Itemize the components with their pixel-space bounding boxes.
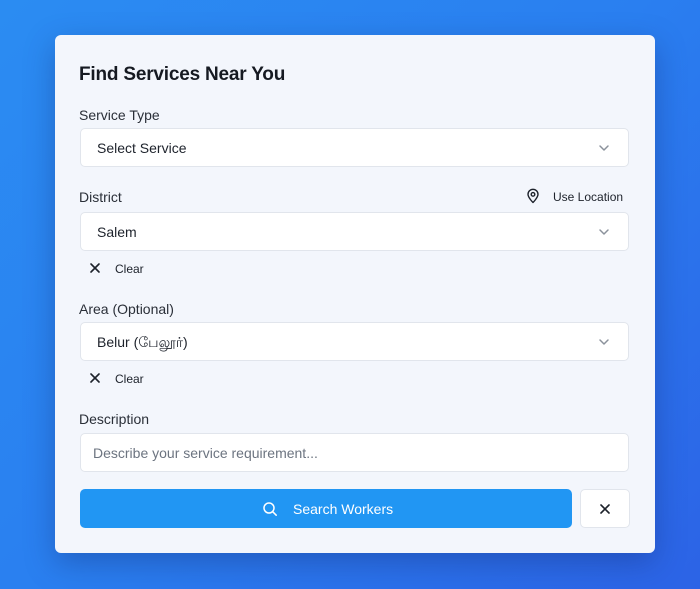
use-location-button[interactable]: Use Location [524,186,634,208]
service-type-select[interactable]: Select Service [80,128,629,167]
close-icon [600,504,610,514]
chevron-down-icon [599,339,609,345]
chevron-down-icon [599,229,609,235]
district-label: District [79,189,122,205]
close-icon [90,373,100,383]
area-label: Area (Optional) [79,301,174,317]
search-card: Find Services Near You Service Type Sele… [55,35,655,553]
district-select[interactable]: Salem [80,212,629,251]
district-clear-label: Clear [115,262,144,276]
chevron-down-icon [599,145,609,151]
service-type-value: Select Service [97,140,187,156]
close-icon [90,263,100,273]
district-clear-button[interactable]: Clear [88,260,158,278]
service-type-label: Service Type [79,107,160,123]
area-select[interactable]: Belur (பேலூர்) [80,322,629,361]
card-title: Find Services Near You [79,64,286,85]
district-value: Salem [97,224,137,240]
search-icon [263,502,277,516]
search-workers-label: Search Workers [293,501,394,517]
search-workers-button[interactable]: Search Workers [80,489,572,528]
close-button[interactable] [580,489,630,528]
description-input[interactable] [80,433,629,472]
area-value: Belur (பேலூர்) [97,334,188,350]
use-location-label: Use Location [553,190,624,204]
area-clear-label: Clear [115,372,144,386]
map-pin-icon [527,188,539,204]
area-clear-button[interactable]: Clear [88,370,158,388]
description-label: Description [79,411,150,427]
